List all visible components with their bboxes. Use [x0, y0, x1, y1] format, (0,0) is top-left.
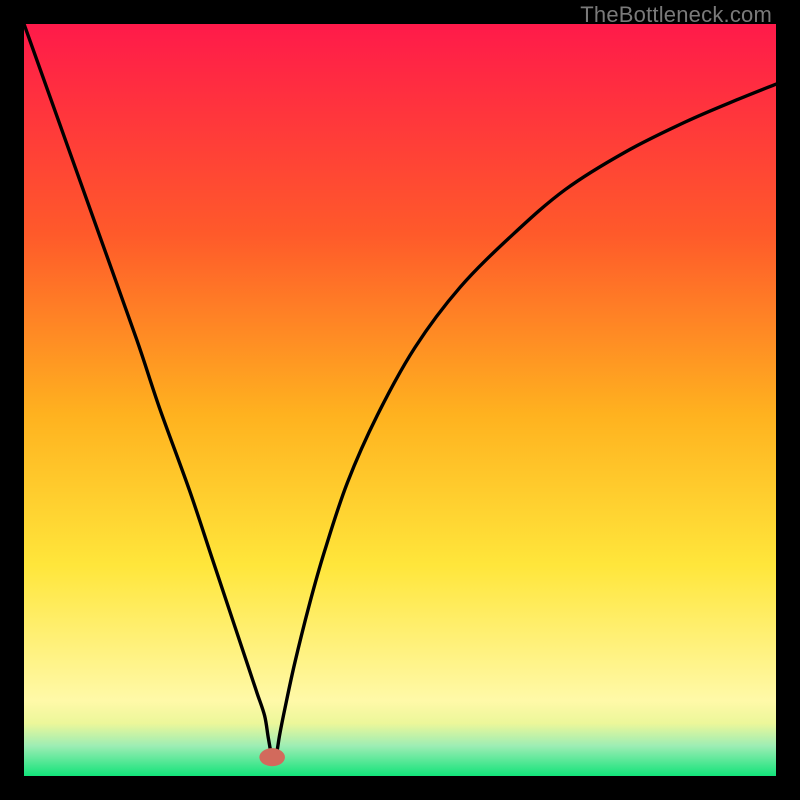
- chart-frame: TheBottleneck.com: [0, 0, 800, 800]
- optimum-marker: [259, 748, 285, 766]
- chart-svg: [24, 24, 776, 776]
- gradient-background: [24, 24, 776, 776]
